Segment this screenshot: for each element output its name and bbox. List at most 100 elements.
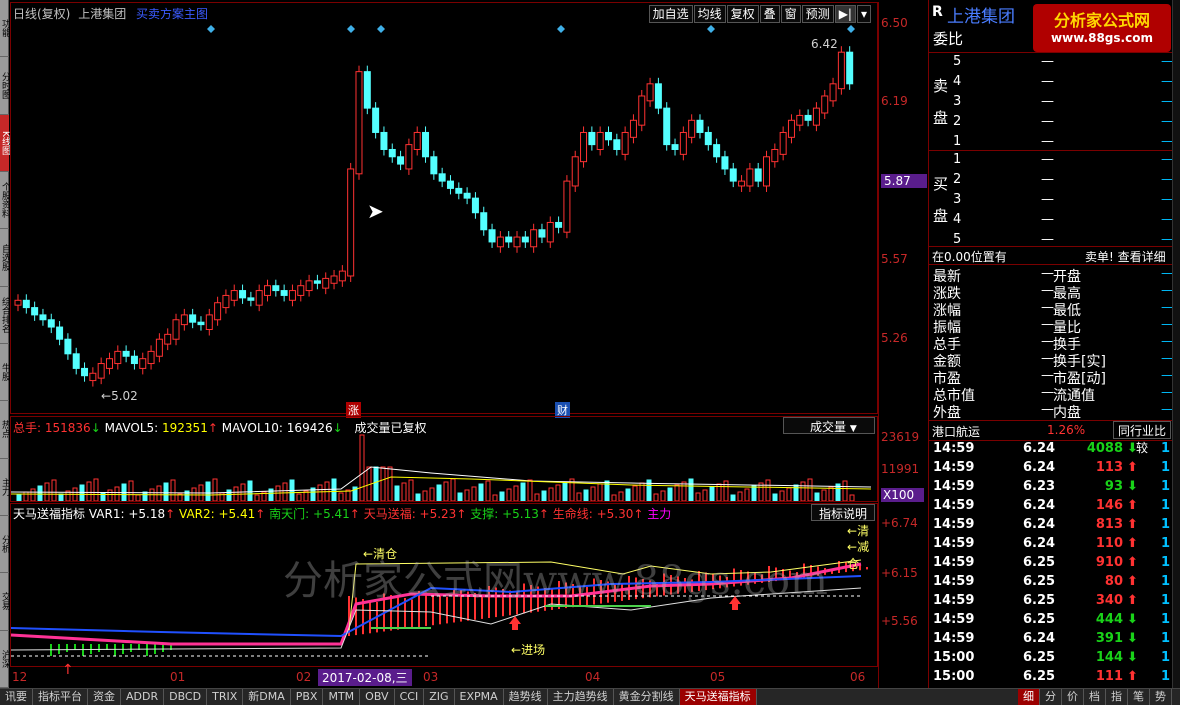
tick-row: 14:59 6.25 340 ⬆ 1 <box>929 593 1173 612</box>
indicator-tabs-bar: 讯要 指标平台 资金 ADDR DBCD TRIX 新DMA PBX MTM OBV CCI ZIG E… <box>0 688 1180 705</box>
clear-position-annotation: ←清仓 <box>363 547 398 561</box>
quote-tab[interactable]: 分 <box>1040 689 1062 705</box>
diamond-signal-marker <box>707 25 715 33</box>
rail-tab-5[interactable]: 综合排名 <box>0 287 10 344</box>
clear-annotation-right: ←清 <box>847 524 870 538</box>
volume-bar <box>541 490 547 501</box>
rail-tab-10[interactable]: 交易 <box>0 573 10 631</box>
indicator-tab[interactable]: 黄金分割线 <box>614 689 680 705</box>
rail-tab-2[interactable]: K线图 <box>0 114 10 172</box>
volume-bar <box>37 485 43 501</box>
quote-tab[interactable]: 笔 <box>1128 689 1150 705</box>
volume-bar <box>590 486 596 501</box>
candle-body <box>155 338 163 357</box>
candle-body <box>505 236 513 243</box>
indicator-tab[interactable]: ADDR <box>121 689 165 705</box>
industry-name[interactable]: 港口航运 <box>932 423 980 440</box>
quote-tab[interactable]: 指 <box>1106 689 1128 705</box>
tick-volume: 93 <box>1104 479 1123 494</box>
indicator-tab[interactable]: TRIX <box>207 689 244 705</box>
candle-body <box>821 95 829 114</box>
y-tick-6-50: 6.50 <box>881 16 908 30</box>
volume-bar <box>681 481 687 501</box>
price-chart-panel[interactable]: 日线(复权) 上港集团 买卖方案主图 加自选 均线 复权 叠 窗 预测 ▶| ▾… <box>10 2 878 418</box>
candle-body <box>546 221 554 243</box>
tick-count: 1 <box>1161 479 1171 494</box>
candle-body <box>563 180 571 233</box>
rail-tab-7[interactable]: 热点 <box>0 401 10 459</box>
sell-detail-link[interactable]: 卖单! 查看详细 <box>1085 248 1166 265</box>
indicator-panel[interactable]: 天马送福指标 VAR1: +5.18↑ VAR2: +5.41↑ 南天门: +5… <box>10 503 878 667</box>
indicator-tab[interactable]: 趋势线 <box>504 689 548 705</box>
candle-body <box>405 144 413 170</box>
industry-change: 1.26% <box>1047 423 1086 437</box>
indicator-tab[interactable]: 天马送福指标 <box>679 689 757 705</box>
indicator-tab[interactable]: 资金 <box>88 689 121 705</box>
candle-body <box>779 131 787 155</box>
indicator-tab[interactable]: OBV <box>360 689 395 705</box>
volume-bar <box>527 479 533 501</box>
candle-body <box>804 114 812 121</box>
volume-bar <box>359 434 365 501</box>
time-axis: 12 01 02 03 04 05 06 2017-02-08,三 ↑ <box>10 662 878 688</box>
indicator-tab[interactable]: 讯要 <box>0 689 33 705</box>
indicator-tab[interactable]: EXPMA <box>455 689 504 705</box>
quote-tab[interactable]: 细 <box>1018 689 1040 705</box>
quote-tab[interactable]: 档 <box>1084 689 1106 705</box>
candle-body <box>313 280 321 284</box>
indicator-tab[interactable]: ZIG <box>424 689 455 705</box>
volume-bar <box>653 493 659 501</box>
volume-panel[interactable]: 总手: 151836↓ MAVOL5: 192351↑ MAVOL10: 169… <box>10 416 878 502</box>
quote-tab[interactable]: 价 <box>1062 689 1084 705</box>
rail-tab-0[interactable]: 功能 <box>0 0 10 58</box>
rail-tab-3[interactable]: 个股资料 <box>0 172 10 230</box>
volume-bar <box>86 481 92 501</box>
candle-body <box>297 285 305 296</box>
indicator-tab[interactable]: 指标平台 <box>33 689 88 705</box>
candle-body <box>31 307 39 316</box>
rail-tab-8[interactable]: 主力 <box>0 459 10 516</box>
tick-price: 6.24 <box>1023 441 1056 456</box>
candle-body <box>264 285 272 296</box>
tick-time: 14:59 <box>933 536 975 551</box>
rail-tab-4[interactable]: 自选股 <box>0 229 10 287</box>
tick-row: 14:59 6.24 146 ⬆ 1 <box>929 498 1173 517</box>
candle-body <box>255 290 263 306</box>
rail-tab-1[interactable]: 分时图 <box>0 57 10 115</box>
tick-volume: 813 <box>1095 517 1123 532</box>
sell-price-dash: — <box>1041 134 1054 149</box>
volume-bar <box>142 491 148 501</box>
indicator-tab[interactable]: 新DMA <box>243 689 291 705</box>
volume-bar <box>513 485 519 501</box>
candle-body <box>771 148 779 163</box>
volume-bar <box>534 493 540 501</box>
rail-tab-11[interactable]: 沪深 <box>0 631 10 688</box>
volume-bar <box>107 489 113 501</box>
indicator-tab[interactable]: 主力趋势线 <box>548 689 614 705</box>
industry-compare-button[interactable]: 同行业比较 <box>1113 421 1171 455</box>
sell-level: 3 <box>953 94 962 109</box>
quote-tab[interactable]: 势 <box>1150 689 1172 705</box>
candle-body <box>721 156 729 170</box>
candle-body <box>413 131 421 150</box>
indicator-tab[interactable]: PBX <box>291 689 324 705</box>
tick-volume: 144 <box>1095 650 1123 665</box>
indicator-tab[interactable]: DBCD <box>164 689 208 705</box>
tick-row: 14:59 6.25 80 ⬆ 1 <box>929 574 1173 593</box>
volume-bar <box>800 481 806 501</box>
right-scrollbar[interactable] <box>1172 0 1180 688</box>
diamond-signal-marker <box>557 25 565 33</box>
ind-tick-low: +5.56 <box>881 614 918 628</box>
candle-body <box>438 173 446 182</box>
indicator-tab[interactable]: CCI <box>395 689 425 705</box>
up-arrow-icon: ⬆ <box>1127 536 1138 551</box>
candle-body <box>696 119 704 133</box>
tick-time: 14:59 <box>933 498 975 513</box>
candle-body <box>471 197 479 214</box>
candle-body <box>164 333 172 345</box>
tick-price: 6.24 <box>1023 536 1056 551</box>
volume-bar <box>779 490 785 501</box>
indicator-tab[interactable]: MTM <box>323 689 361 705</box>
rail-tab-6[interactable]: 牛股 <box>0 344 10 402</box>
rail-tab-9[interactable]: 分析 <box>0 516 10 574</box>
